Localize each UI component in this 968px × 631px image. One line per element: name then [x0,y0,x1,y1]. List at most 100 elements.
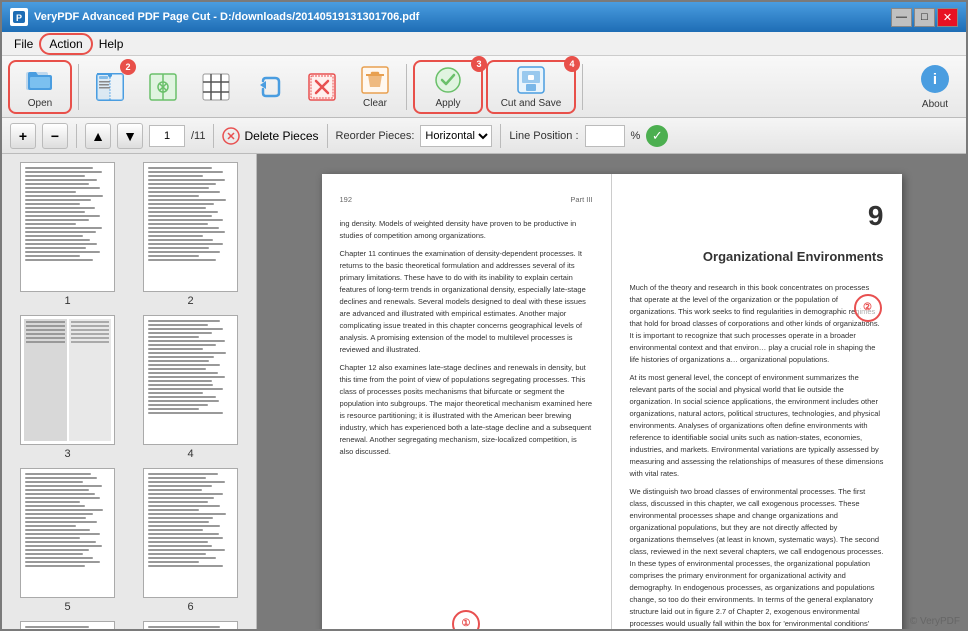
main-area: 1 [2,154,966,629]
thumb-num-6: 6 [187,601,193,613]
watermark: © VeryPDF [910,616,960,627]
confirm-button[interactable]: ✓ [646,125,668,147]
zoom-out-icon: − [51,128,59,144]
thumb-item-7[interactable]: 7 [10,621,125,629]
reorder-label: Reorder Pieces: [336,130,415,142]
thumb-item-6[interactable]: 6 [133,468,248,613]
right-para-2: We distinguish two broad classes of envi… [630,486,884,629]
thumb-img-4 [143,315,238,445]
line-position-input[interactable] [585,125,625,147]
thumb-lines-1 [25,167,110,263]
confirm-icon: ✓ [652,128,663,144]
thumb-lines-7 [25,626,110,629]
zoom-in-icon: + [19,128,27,144]
clear-button[interactable]: Clear [350,60,400,114]
green-cut-icon [147,71,179,103]
thumb-img-8 [143,621,238,629]
menu-file[interactable]: File [6,35,41,53]
zoom-out-button[interactable]: − [42,123,68,149]
grid-icon [200,71,232,103]
remove-icon [306,71,338,103]
nav-sep1 [76,124,77,148]
page-right: 9 Organizational Environments Much of th… [612,174,902,629]
thumb-item-4[interactable]: 4 [133,315,248,460]
left-para-2: Chapter 12 also examines late-stage decl… [340,362,593,458]
page-down-button[interactable]: ▼ [117,123,143,149]
line-position-label: Line Position : [509,130,578,142]
thumb-lines-5 [25,473,110,569]
thumb-num-5: 5 [64,601,70,613]
clear-icon [359,64,391,96]
main-window: P VeryPDF Advanced PDF Page Cut - D:/dow… [0,0,968,631]
page-up-button[interactable]: ▲ [85,123,111,149]
about-label: About [922,99,948,110]
green-cut-button[interactable] [138,60,188,114]
undo-button[interactable] [244,60,294,114]
menu-bar: File Action Help [2,32,966,56]
minimize-button[interactable]: — [891,8,912,27]
open-button[interactable]: Open [8,60,72,114]
maximize-button[interactable]: □ [914,8,935,27]
apply-label: Apply [435,98,460,109]
nav-sep3 [327,124,328,148]
thumb-lines-8 [148,626,233,629]
title-bar: P VeryPDF Advanced PDF Page Cut - D:/dow… [2,2,966,32]
left-para-1: Chapter 11 continues the examination of … [340,248,593,356]
cut-page-button[interactable]: 2 [85,60,135,114]
thumb-item-8[interactable]: 8 [133,621,248,629]
zoom-in-button[interactable]: + [10,123,36,149]
nav-toolbar: + − ▲ ▼ /11 Delete Pieces Reorder Pieces… [2,118,966,154]
cut-save-icon [515,64,547,96]
thumb-num-2: 2 [187,295,193,307]
sep1 [78,64,79,110]
apply-num: 3 [471,56,487,72]
thumb-num-1: 1 [64,295,70,307]
page-left: 192 Part III ing density. Models of weig… [322,174,612,629]
page-left-num: 192 [340,194,353,206]
thumbnail-panel: 1 [2,154,257,629]
up-arrow-icon: ▲ [91,128,105,144]
open-label: Open [28,98,52,109]
num2-badge: 2 [120,59,136,75]
thumb-lines-4 [148,320,233,416]
percent-sign: % [631,130,641,142]
reorder-select[interactable]: Horizontal Vertical [420,125,492,147]
svg-text:P: P [16,13,22,23]
menu-action[interactable]: Action [41,35,90,53]
delete-pieces-button[interactable]: Delete Pieces [222,127,318,145]
grid-button[interactable] [191,60,241,114]
chapter-title: Organizational Environments [630,247,884,268]
cutsave-num: 4 [564,56,580,72]
remove-button[interactable] [297,60,347,114]
page-total-label: /11 [191,130,205,142]
thumb-img-2 [143,162,238,292]
thumb-img-1 [20,162,115,292]
sep2 [406,64,407,110]
cut-page-icon [94,71,126,103]
app-icon: P [10,8,28,26]
nav-sep4 [500,124,501,148]
thumb-item-1[interactable]: 1 [10,162,125,307]
window-controls: — □ ✕ [891,8,958,27]
thumb-img-5 [20,468,115,598]
menu-help[interactable]: Help [91,35,132,53]
cut-save-button[interactable]: Cut and Save 4 [486,60,576,114]
delete-pieces-icon [222,127,240,145]
open-icon [24,64,56,96]
thumb-item-3[interactable]: 3 [10,315,125,460]
right-para-0: Much of the theory and research in this … [630,282,884,366]
clear-label: Clear [363,98,387,109]
apply-button[interactable]: Apply 3 [413,60,483,114]
right-para-1: At its most general level, the concept o… [630,372,884,480]
thumb-item-5[interactable]: 5 [10,468,125,613]
book-spread: 192 Part III ing density. Models of weig… [322,174,902,629]
delete-pieces-label: Delete Pieces [244,129,318,143]
window-title: VeryPDF Advanced PDF Page Cut - D:/downl… [34,11,891,23]
about-button[interactable]: i About [910,60,960,114]
close-button[interactable]: ✕ [937,8,958,27]
thumbnail-list[interactable]: 1 [2,154,256,629]
about-icon: i [919,63,951,95]
page-number-input[interactable] [149,125,185,147]
pdf-viewer[interactable]: 192 Part III ing density. Models of weig… [257,154,966,629]
thumb-item-2[interactable]: 2 [133,162,248,307]
